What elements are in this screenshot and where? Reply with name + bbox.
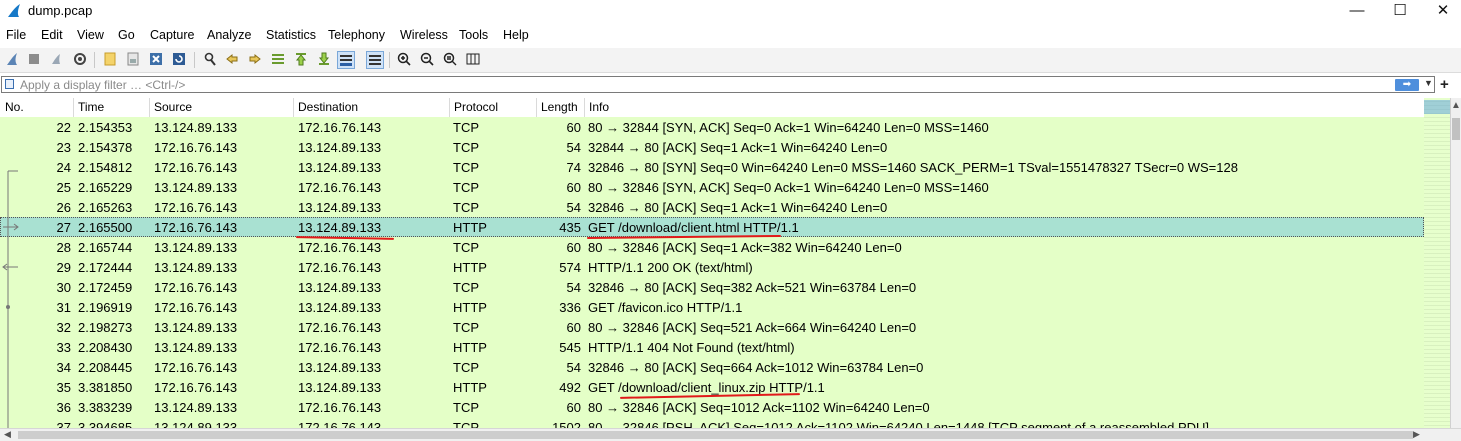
- capture-options-icon[interactable]: [71, 51, 89, 69]
- apply-filter-arrow-icon[interactable]: ➡: [1395, 79, 1419, 91]
- chevron-down-icon[interactable]: ▼: [1424, 78, 1433, 88]
- scroll-up-icon[interactable]: ▲: [1451, 100, 1461, 111]
- bookmark-icon[interactable]: [5, 79, 14, 89]
- packet-row[interactable]: 34 2.208445 172.16.76.143 13.124.89.133 TCP 5…: [0, 357, 1424, 377]
- packet-row[interactable]: 36 3.383239 13.124.89.133 172.16.76.143 TCP 6…: [0, 397, 1424, 417]
- vertical-scrollbar[interactable]: ▲: [1450, 98, 1461, 428]
- menu-go[interactable]: Go: [118, 28, 135, 42]
- display-filter-box: ➡ ▼: [1, 76, 1435, 93]
- maximize-button[interactable]: ☐: [1377, 0, 1423, 24]
- open-file-icon[interactable]: [101, 51, 119, 69]
- zoom-in-icon[interactable]: [395, 51, 413, 69]
- column-info[interactable]: Info: [589, 100, 609, 114]
- packet-row[interactable]: 25 2.165229 13.124.89.133 172.16.76.143 TCP 6…: [0, 177, 1424, 197]
- stop-capture-icon[interactable]: [25, 51, 43, 69]
- display-filter-bar: ➡ ▼: [0, 75, 1461, 95]
- packet-row[interactable]: 22 2.154353 13.124.89.133 172.16.76.143 TCP 6…: [0, 117, 1424, 137]
- colorize-icon[interactable]: [366, 51, 384, 69]
- minimize-button[interactable]: —: [1334, 0, 1380, 24]
- menu-analyze[interactable]: Analyze: [207, 28, 251, 42]
- restart-capture-icon[interactable]: [47, 51, 65, 69]
- packet-list: 22 2.154353 13.124.89.133 172.16.76.143 TCP 6…: [0, 117, 1424, 428]
- packet-row[interactable]: 24 2.154812 172.16.76.143 13.124.89.133 TCP 7…: [0, 157, 1424, 177]
- title-bar: dump.pcap — ☐ ✕: [0, 0, 1461, 24]
- horizontal-scroll-thumb[interactable]: [18, 431, 1413, 439]
- wireshark-fin-icon: [8, 4, 20, 17]
- go-last-icon[interactable]: [315, 51, 333, 69]
- menu-telephony[interactable]: Telephony: [328, 28, 385, 42]
- packet-row[interactable]: 37 3.394685 13.124.89.133 172.16.76.143 TCP 1…: [0, 417, 1424, 428]
- menu-bar: File Edit View Go Capture Analyze Statis…: [0, 26, 1461, 46]
- packet-minimap[interactable]: [1424, 98, 1450, 428]
- menu-help[interactable]: Help: [503, 28, 529, 42]
- horizontal-scrollbar[interactable]: ◀ ▶: [0, 428, 1461, 441]
- column-length[interactable]: Length: [541, 100, 578, 114]
- find-packet-icon[interactable]: [201, 51, 219, 69]
- reload-file-icon[interactable]: [170, 51, 188, 69]
- column-time[interactable]: Time: [78, 100, 104, 114]
- menu-file[interactable]: File: [6, 28, 26, 42]
- packet-list-header: No. Time Source Destination Protocol Len…: [0, 98, 1424, 118]
- menu-capture[interactable]: Capture: [150, 28, 194, 42]
- conversation-indicator: [2, 170, 19, 428]
- menu-wireless[interactable]: Wireless: [400, 28, 448, 42]
- start-capture-icon[interactable]: [3, 51, 21, 69]
- zoom-out-icon[interactable]: [418, 51, 436, 69]
- save-file-icon[interactable]: [124, 51, 142, 69]
- go-back-icon[interactable]: [223, 51, 241, 69]
- menu-statistics[interactable]: Statistics: [266, 28, 316, 42]
- packet-row[interactable]: 32 2.198273 13.124.89.133 172.16.76.143 TCP 6…: [0, 317, 1424, 337]
- close-file-icon[interactable]: [147, 51, 165, 69]
- column-source[interactable]: Source: [154, 100, 192, 114]
- packet-row[interactable]: 33 2.208430 13.124.89.133 172.16.76.143 HTTP…: [0, 337, 1424, 357]
- vertical-scroll-thumb[interactable]: [1452, 118, 1460, 140]
- packet-row[interactable]: 23 2.154378 172.16.76.143 13.124.89.133 TCP 5…: [0, 137, 1424, 157]
- column-destination[interactable]: Destination: [298, 100, 358, 114]
- packet-row[interactable]: 30 2.172459 172.16.76.143 13.124.89.133 TCP 5…: [0, 277, 1424, 297]
- go-to-packet-icon[interactable]: [269, 51, 287, 69]
- window-title: dump.pcap: [28, 3, 93, 18]
- autoscroll-icon[interactable]: [337, 51, 355, 69]
- menu-edit[interactable]: Edit: [41, 28, 63, 42]
- add-filter-button-icon[interactable]: +: [1440, 76, 1449, 93]
- packet-row[interactable]: 26 2.165263 172.16.76.143 13.124.89.133 TCP 5…: [0, 197, 1424, 217]
- display-filter-input[interactable]: [20, 77, 1380, 92]
- packet-row-selected[interactable]: 27 2.165500 172.16.76.143 13.124.89.133 HTTP…: [0, 217, 1424, 237]
- menu-tools[interactable]: Tools: [459, 28, 488, 42]
- go-first-icon[interactable]: [292, 51, 310, 69]
- packet-row[interactable]: 28 2.165744 13.124.89.133 172.16.76.143 TCP 6…: [0, 237, 1424, 257]
- go-forward-icon[interactable]: [246, 51, 264, 69]
- menu-view[interactable]: View: [77, 28, 104, 42]
- resize-columns-icon[interactable]: [464, 51, 482, 69]
- zoom-normal-icon[interactable]: [441, 51, 459, 69]
- close-button[interactable]: ✕: [1420, 0, 1461, 24]
- column-no[interactable]: No.: [5, 100, 24, 114]
- main-toolbar: [0, 48, 1461, 73]
- scroll-right-icon[interactable]: ▶: [1413, 429, 1420, 440]
- column-protocol[interactable]: Protocol: [454, 100, 498, 114]
- packet-row[interactable]: 29 2.172444 13.124.89.133 172.16.76.143 HTTP…: [0, 257, 1424, 277]
- scroll-left-icon[interactable]: ◀: [4, 429, 11, 440]
- packet-row[interactable]: 31 2.196919 172.16.76.143 13.124.89.133 HTTP…: [0, 297, 1424, 317]
- minimap-viewport: [1424, 100, 1450, 114]
